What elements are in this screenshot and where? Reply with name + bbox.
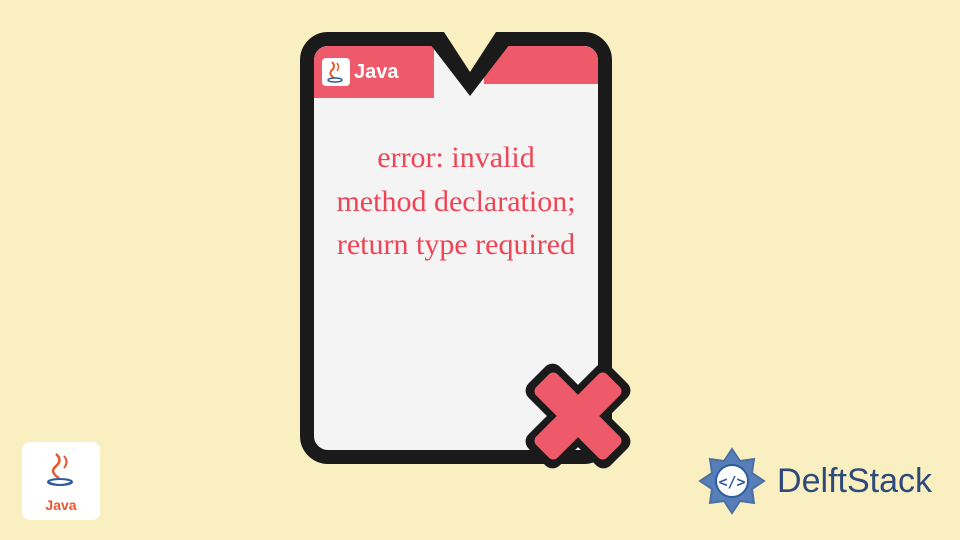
document-outline: Java error: invalid method declaration; … <box>300 32 612 464</box>
svg-text:</>: </> <box>719 473 746 491</box>
delftstack-name: DelftStack <box>777 462 932 501</box>
java-tag-label: Java <box>354 61 399 84</box>
java-logo-badge: Java <box>22 442 100 520</box>
close-x-icon <box>508 346 648 486</box>
error-message-text: error: invalid method declaration; retur… <box>334 136 578 267</box>
delftstack-brand: </> DelftStack <box>695 444 932 518</box>
tear-notch-fill <box>444 32 496 72</box>
error-document-card: Java error: invalid method declaration; … <box>300 32 612 464</box>
java-cup-icon <box>322 58 350 86</box>
java-cup-icon <box>41 450 81 495</box>
java-tag: Java <box>314 46 434 98</box>
delftstack-emblem-icon: </> <box>695 444 769 518</box>
java-logo-label: Java <box>45 497 76 513</box>
